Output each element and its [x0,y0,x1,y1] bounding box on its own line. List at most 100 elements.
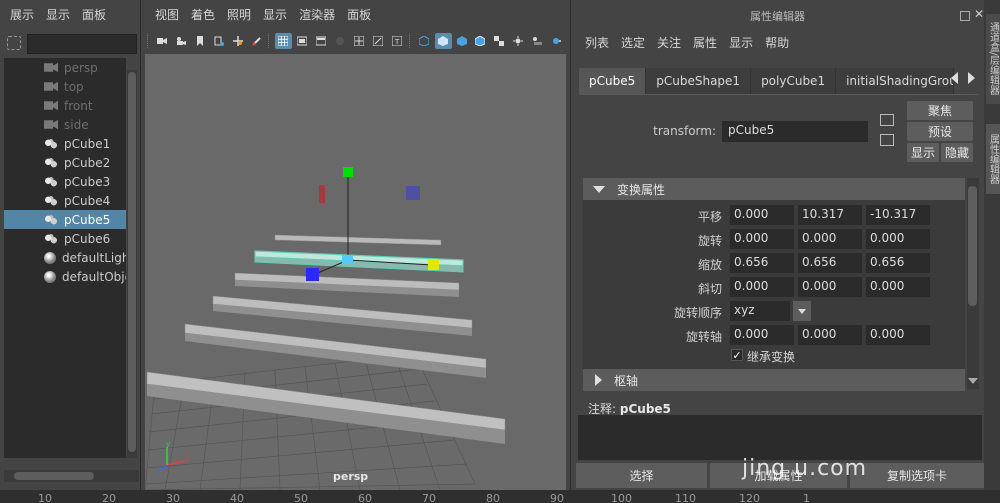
scale-z-field[interactable]: 0.656 [866,253,930,273]
tab-polycube1[interactable]: polyCube1 [751,68,837,94]
tab-pcube5[interactable]: pCube5 [579,68,647,94]
go-to-output-icon[interactable] [880,134,894,146]
side-tab-attribute-editor[interactable]: 属性编辑器 [986,124,1000,194]
rotate-y-field[interactable]: 0.000 [798,229,862,249]
resolution-gate-icon[interactable] [313,33,330,49]
viewport-menu-shading[interactable]: 着色 [185,6,221,23]
filter-icon[interactable] [7,36,21,50]
ae-menu-selected[interactable]: 选定 [615,34,651,51]
viewport-3d-canvas[interactable]: y x z [145,54,566,490]
outliner-item-pcube3[interactable]: pCube3 [4,172,126,191]
wireframe-on-shaded-icon[interactable] [472,33,489,49]
translate-x-field[interactable]: 0.000 [730,205,794,225]
viewport-menu-panels[interactable]: 面板 [341,6,377,23]
outliner-item-default-object-set[interactable]: defaultObje [4,267,126,286]
chevron-down-icon[interactable] [793,301,811,321]
smooth-shade-icon[interactable] [454,33,471,49]
safe-action-icon[interactable] [370,33,387,49]
tab-scroll-right-icon[interactable] [968,72,975,84]
select-button[interactable]: 选择 [576,463,707,488]
focus-button[interactable]: 聚焦 [907,101,973,120]
ambient-occlusion-icon[interactable] [548,33,565,49]
image-plane-icon[interactable] [211,33,228,49]
time-slider[interactable] [0,490,1000,503]
outliner-horizontal-scroll-thumb[interactable] [14,472,94,480]
outliner-item-pcube2[interactable]: pCube2 [4,153,126,172]
outliner-menu-show[interactable]: 显示 [40,6,76,23]
translate-y-field[interactable]: 10.317 [798,205,862,225]
attr-label-scale: 缩放 [697,258,722,272]
copy-tab-button[interactable]: 复制选项卡 [850,463,984,488]
close-icon[interactable]: ✕ [974,7,984,21]
outliner-item-default-light-set[interactable]: defaultLigh [4,248,126,267]
rotate-axis-y-field[interactable]: 0.000 [798,325,862,345]
svg-text:x: x [185,454,189,462]
textured-icon[interactable] [491,33,508,49]
side-tab-channel-box[interactable]: 通道盒/层编辑器 [986,14,1000,104]
grease-pencil-icon[interactable] [249,33,266,49]
select-camera-icon[interactable] [154,33,171,49]
translate-z-field[interactable]: -10.317 [866,205,930,225]
outliner-item-pcube5[interactable]: pCube5 [4,210,126,229]
scroll-down-icon[interactable] [968,378,978,384]
ae-menu-attributes[interactable]: 属性 [687,34,723,51]
section-transform-attributes[interactable]: 变换属性 [583,178,965,200]
outliner-item-persp[interactable]: persp [4,58,126,77]
tab-scroll-left-icon[interactable] [951,72,958,84]
outliner-item-front[interactable]: front [4,96,126,115]
rotate-z-field[interactable]: 0.000 [866,229,930,249]
film-gate-icon[interactable] [294,33,311,49]
show-button[interactable]: 显示 [907,143,939,162]
attribute-editor-scroll-thumb[interactable] [968,186,977,306]
viewport-menu-view[interactable]: 视图 [149,6,185,23]
inherit-transform-checkbox[interactable]: ✓ [731,349,743,361]
safe-title-icon[interactable]: T [389,33,406,49]
rotate-axis-z-field[interactable]: 0.000 [866,325,930,345]
gate-mask-icon[interactable] [332,33,349,49]
transform-name-field[interactable]: pCube5 [722,121,868,142]
ae-menu-help[interactable]: 帮助 [759,34,795,51]
outliner-menu-panels[interactable]: 面板 [76,6,112,23]
scale-x-field[interactable]: 0.656 [730,253,794,273]
camera-attributes-icon[interactable] [173,33,190,49]
rotate-order-select[interactable]: xyz [730,301,790,321]
rotate-x-field[interactable]: 0.000 [730,229,794,249]
ae-menu-show[interactable]: 显示 [723,34,759,51]
mesh-icon [44,175,58,188]
field-chart-icon[interactable] [351,33,368,49]
ae-menu-list[interactable]: 列表 [579,34,615,51]
scale-y-field[interactable]: 0.656 [798,253,862,273]
outliner-item-top[interactable]: top [4,77,126,96]
tab-initial-shading-group[interactable]: initialShadingGroup [836,68,955,94]
outliner-filter-input[interactable] [27,34,137,54]
viewport-menu-lighting[interactable]: 照明 [221,6,257,23]
presets-button[interactable]: 预设 [907,122,973,141]
outliner-item-side[interactable]: side [4,115,126,134]
go-to-input-icon[interactable] [880,114,894,126]
outliner-item-pcube6[interactable]: pCube6 [4,229,126,248]
shear-yz-field[interactable]: 0.000 [866,277,930,297]
hide-button[interactable]: 隐藏 [941,143,973,162]
timeline-tick: 100 [611,492,632,503]
grid-toggle-icon[interactable] [275,33,293,49]
2d-pan-zoom-icon[interactable] [230,33,247,49]
shadows-icon[interactable] [529,33,546,49]
viewport-menu-renderer[interactable]: 渲染器 [293,6,341,23]
outliner-vertical-scroll-thumb[interactable] [128,72,136,452]
all-lights-icon[interactable] [510,33,527,49]
shear-xz-field[interactable]: 0.000 [798,277,862,297]
notes-textarea[interactable] [578,415,982,460]
bookmark-icon[interactable] [192,33,209,49]
outliner-menu-display[interactable]: 展示 [4,6,40,23]
tab-pcubeshape1[interactable]: pCubeShape1 [646,68,752,94]
viewport-menu-show[interactable]: 显示 [257,6,293,23]
xray-icon[interactable] [434,33,452,49]
shear-xy-field[interactable]: 0.000 [730,277,794,297]
wireframe-icon[interactable] [416,33,433,49]
float-panel-icon[interactable] [960,11,970,21]
outliner-item-pcube1[interactable]: pCube1 [4,134,126,153]
section-pivots[interactable]: 枢轴 [583,369,965,391]
ae-menu-focus[interactable]: 关注 [651,34,687,51]
outliner-item-pcube4[interactable]: pCube4 [4,191,126,210]
rotate-axis-x-field[interactable]: 0.000 [730,325,794,345]
